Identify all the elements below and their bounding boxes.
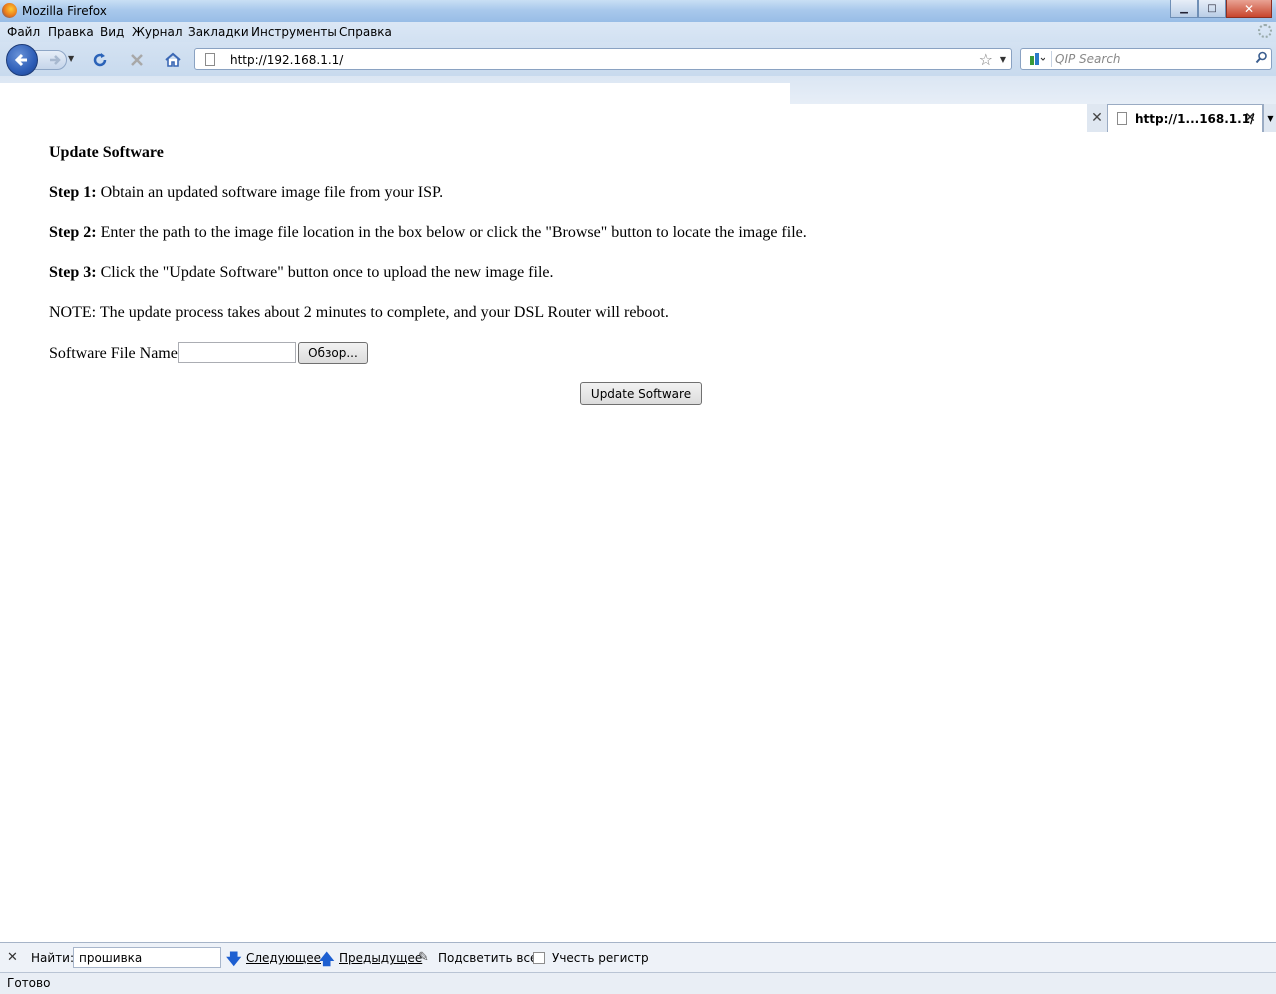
browse-button[interactable]: Обзор... xyxy=(298,342,368,364)
tab-label: http://1...168.1.1/ xyxy=(1135,112,1255,126)
url-text[interactable]: http://192.168.1.1/ xyxy=(230,53,343,67)
search-magnifier-icon[interactable] xyxy=(1255,51,1268,68)
status-bar: Готово xyxy=(0,972,1276,994)
back-arrow-icon xyxy=(14,53,27,67)
forward-button[interactable] xyxy=(33,50,67,70)
find-bar: ✕ Найти: 🡇 Следующее 🡅 Предыдущее ✎ Подс… xyxy=(0,942,1276,972)
highlight-marker-icon: ✎ xyxy=(418,950,429,965)
search-engine-icon[interactable] xyxy=(1023,51,1052,67)
window-titlebar: Mozilla Firefox ▁ □ ✕ xyxy=(0,0,1276,22)
find-next-arrow-icon[interactable]: 🡇 xyxy=(226,949,241,974)
stop-icon xyxy=(131,54,143,66)
tab-favicon-icon xyxy=(1117,112,1127,125)
file-path-input[interactable] xyxy=(178,342,296,363)
menu-bookmarks[interactable]: Закладки xyxy=(188,25,249,39)
find-next-button[interactable]: Следующее xyxy=(246,951,321,965)
step-3-text: Click the "Update Software" button once … xyxy=(96,264,554,281)
back-button[interactable] xyxy=(6,44,38,76)
reload-icon xyxy=(93,53,107,67)
tab-close-icon[interactable]: ✕ xyxy=(1244,110,1256,126)
url-dropdown-icon[interactable]: ▼ xyxy=(1000,55,1006,64)
step-3-label: Step 3: xyxy=(49,264,97,281)
maximize-button[interactable]: □ xyxy=(1198,0,1226,18)
step-2-text: Enter the path to the image file locatio… xyxy=(96,224,807,241)
url-bar[interactable]: http://192.168.1.1/ ☆ ▼ xyxy=(194,48,1012,70)
step-1-text: Obtain an updated software image file fr… xyxy=(96,184,444,201)
match-case-label[interactable]: Учесть регистр xyxy=(552,951,649,965)
home-button[interactable] xyxy=(162,50,184,70)
file-name-label: Software File Name: xyxy=(49,345,183,362)
search-box[interactable] xyxy=(1020,48,1272,70)
find-label: Найти: xyxy=(31,951,75,965)
window-title: Mozilla Firefox xyxy=(22,4,107,18)
step-1: Step 1: Obtain an updated software image… xyxy=(49,184,443,202)
bookmark-star-icon[interactable]: ☆ xyxy=(979,50,993,69)
stop-button[interactable] xyxy=(126,50,148,70)
update-software-button[interactable]: Update Software xyxy=(580,382,702,405)
menu-help[interactable]: Справка xyxy=(339,25,392,39)
home-icon xyxy=(165,52,181,67)
bookmarks-toolbar xyxy=(0,76,1276,104)
step-3: Step 3: Click the "Update Software" butt… xyxy=(49,264,554,282)
highlight-all-button[interactable]: Подсветить все xyxy=(438,951,537,965)
page-favicon-icon xyxy=(205,53,215,66)
minimize-button[interactable]: ▁ xyxy=(1170,0,1198,18)
close-tab-icon[interactable]: ✕ xyxy=(1087,104,1108,132)
step-2-label: Step 2: xyxy=(49,224,97,241)
close-button[interactable]: ✕ xyxy=(1226,0,1272,18)
page-content: Update Software Step 1: Obtain an update… xyxy=(0,132,1276,942)
throbber-icon xyxy=(1258,24,1272,38)
tab-active[interactable]: http://1...168.1.1/ ✕ xyxy=(1107,104,1263,133)
tab-strip: ✕ http://1...168.1.1/ ✕ ▼ xyxy=(1087,104,1276,133)
page-heading: Update Software xyxy=(49,144,164,161)
find-input[interactable] xyxy=(73,947,221,968)
step-2: Step 2: Enter the path to the image file… xyxy=(49,224,807,242)
step-1-label: Step 1: xyxy=(49,184,97,201)
tab-list-dropdown-icon[interactable]: ▼ xyxy=(1263,104,1276,132)
window-controls: ▁ □ ✕ xyxy=(1170,0,1272,18)
update-note: NOTE: The update process takes about 2 m… xyxy=(49,304,669,321)
find-previous-button[interactable]: Предыдущее xyxy=(339,951,422,965)
menu-bar: Файл Правка Вид Журнал Закладки Инструме… xyxy=(0,22,1276,42)
menu-edit[interactable]: Правка xyxy=(48,25,94,39)
status-text: Готово xyxy=(7,976,51,990)
reload-button[interactable] xyxy=(89,50,111,70)
find-close-icon[interactable]: ✕ xyxy=(7,950,18,965)
menu-history[interactable]: Журнал xyxy=(132,25,183,39)
firefox-logo-icon xyxy=(2,3,17,18)
history-dropdown-icon[interactable]: ▼ xyxy=(68,54,74,63)
find-previous-arrow-icon[interactable]: 🡅 xyxy=(319,949,334,974)
menu-tools[interactable]: Инструменты xyxy=(251,25,337,39)
match-case-checkbox[interactable] xyxy=(533,952,545,964)
search-input[interactable] xyxy=(1055,51,1251,67)
forward-arrow-icon xyxy=(50,55,61,65)
bookmarks-area xyxy=(0,83,790,104)
menu-file[interactable]: Файл xyxy=(7,25,40,39)
menu-view[interactable]: Вид xyxy=(100,25,124,39)
